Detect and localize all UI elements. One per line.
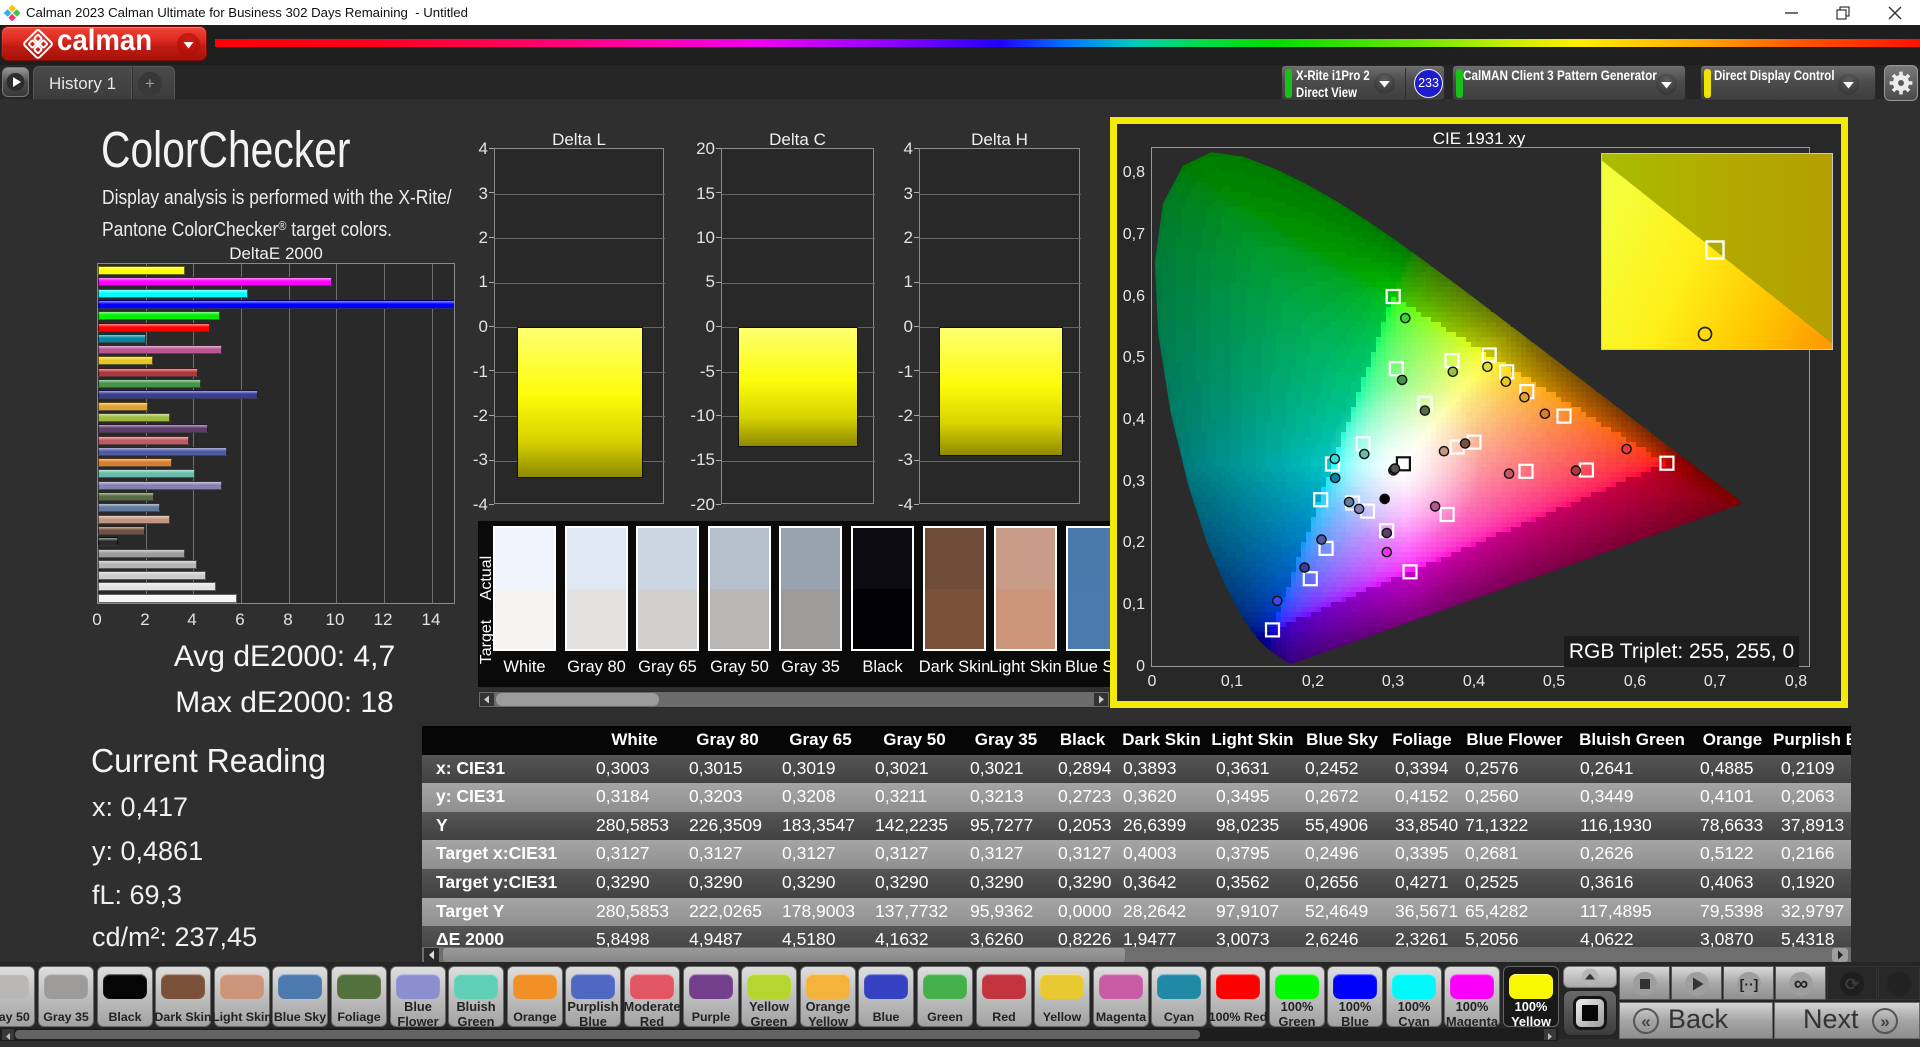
svg-text:∞: ∞: [1793, 973, 1807, 995]
svg-text:«: «: [1641, 1012, 1650, 1031]
svg-text:»: »: [1880, 1012, 1889, 1031]
svg-text:⟳: ⟳: [1845, 975, 1860, 994]
svg-text:[··]: [··]: [1739, 976, 1758, 992]
